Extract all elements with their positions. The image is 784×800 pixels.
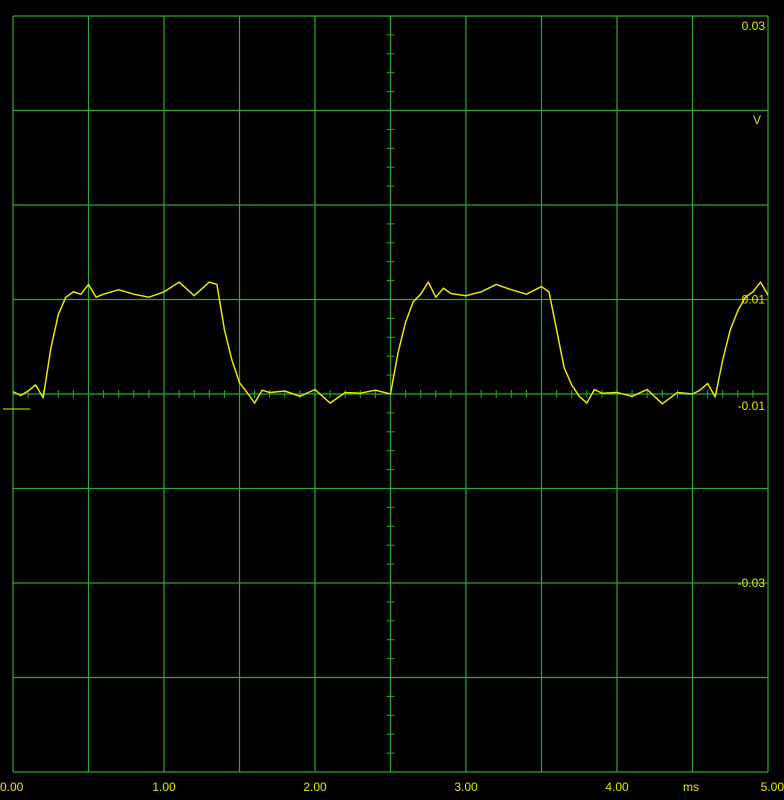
x-tick-label: 3.00 [454, 780, 478, 794]
oscilloscope-chart: 0.00 1.00 2.00 3.00 4.00 5.00 0.03 0.01 -0.01 -0.… [0, 0, 784, 800]
x-tick-label: 4.00 [605, 780, 629, 794]
y-axis-unit-label: V [753, 113, 761, 127]
y-tick-label: -0.01 [738, 399, 766, 413]
x-tick-label: 1.00 [152, 780, 176, 794]
x-tick-label: 0.00 [0, 780, 24, 794]
x-tick-label: 2.00 [303, 780, 327, 794]
y-tick-label: -0.03 [738, 576, 766, 590]
x-axis-unit-label: ms [683, 780, 699, 794]
x-tick-label: 5.00 [761, 780, 784, 794]
y-tick-label: 0.03 [742, 19, 766, 33]
y-tick-label: 0.01 [742, 293, 766, 307]
